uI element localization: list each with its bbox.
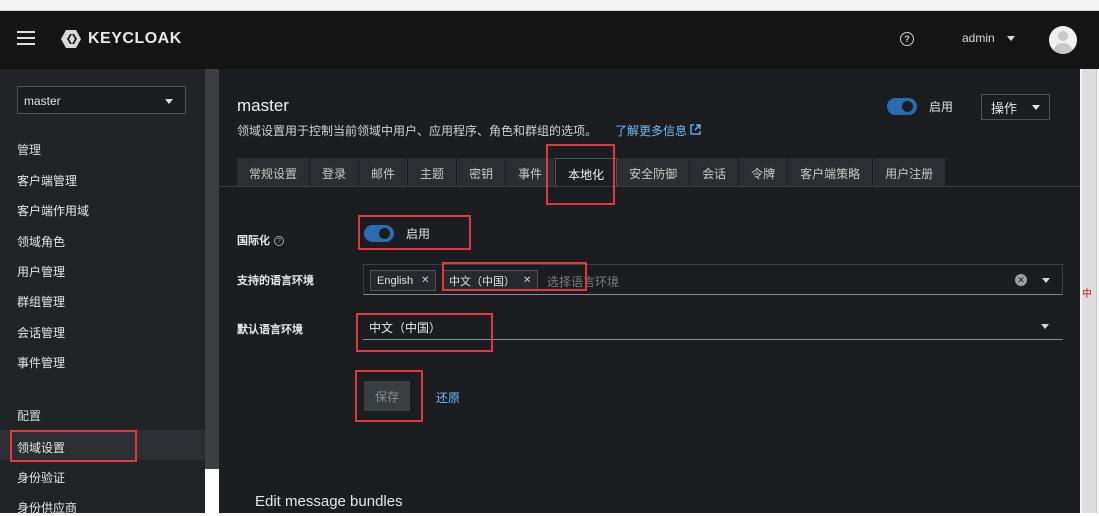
- browser-strip: [0, 0, 1099, 11]
- revert-button[interactable]: 还原: [436, 389, 460, 406]
- close-icon[interactable]: ✕: [421, 275, 429, 286]
- user-name: admin: [962, 31, 995, 45]
- page-description: 领域设置用于控制当前领域中用户、应用程序、角色和群组的选项。: [237, 124, 598, 138]
- annotation-box: [356, 313, 493, 352]
- learn-more-label: 了解更多信息: [615, 124, 688, 138]
- sidebar-item-users[interactable]: 用户管理: [17, 263, 65, 280]
- realm-enabled-label: 启用: [929, 100, 954, 114]
- sidebar-item-events[interactable]: 事件管理: [17, 354, 65, 371]
- sidebar-item-clients[interactable]: 客户端管理: [17, 172, 77, 189]
- nav-group-configure: 配置: [17, 409, 42, 423]
- chevron-down-icon: [1041, 324, 1049, 329]
- locale-chip-label: English: [377, 274, 414, 287]
- help-icon[interactable]: ?: [274, 236, 284, 247]
- realm-enabled-switch[interactable]: 启用: [887, 98, 953, 115]
- nav-group-manage: 管理: [17, 143, 42, 157]
- side-overlay-text: 中: [1082, 289, 1092, 300]
- user-menu[interactable]: admin: [962, 31, 1015, 45]
- annotation-box: [546, 144, 615, 205]
- sidebar-item-realm-roles[interactable]: 领域角色: [17, 233, 65, 250]
- tab-sessions[interactable]: 会话: [690, 158, 740, 186]
- supported-locales-label: 支持的语言环境: [237, 275, 314, 287]
- sidebar-item-groups[interactable]: 群组管理: [17, 293, 65, 310]
- sidebar-scrollbar[interactable]: [205, 69, 219, 469]
- tab-user-registration[interactable]: 用户注册: [873, 158, 947, 186]
- tab-login[interactable]: 登录: [310, 158, 360, 186]
- keycloak-logo[interactable]: KEYCLOAK: [56, 26, 182, 52]
- default-locale-label: 默认语言环境: [237, 324, 303, 336]
- help-icon[interactable]: ?: [900, 32, 914, 46]
- tab-general[interactable]: 常规设置: [237, 158, 311, 186]
- annotation-box: [358, 215, 471, 250]
- brand-name: KEYCLOAK: [88, 30, 182, 47]
- tab-client-policies[interactable]: 客户端策略: [788, 158, 874, 186]
- chevron-down-icon: [1006, 35, 1015, 41]
- message-bundles-title: Edit message bundles: [255, 493, 403, 510]
- annotation-box: [442, 262, 587, 291]
- action-dropdown-label: 操作: [991, 100, 1018, 116]
- realm-selector[interactable]: master: [17, 86, 186, 114]
- hamburger-menu-icon[interactable]: [17, 31, 35, 45]
- external-link-icon: [690, 124, 702, 138]
- sidebar-item-identity-providers[interactable]: 身份供应商: [17, 499, 77, 516]
- keycloak-logo-icon: [56, 27, 86, 51]
- tab-security-defenses[interactable]: 安全防御: [617, 158, 691, 186]
- sidebar-item-client-scopes[interactable]: 客户端作用域: [17, 202, 89, 219]
- masthead: KEYCLOAK ? admin: [0, 11, 1099, 69]
- tab-email[interactable]: 邮件: [359, 158, 409, 186]
- annotation-box: [355, 370, 423, 422]
- page-title: master: [237, 96, 289, 115]
- tabs-divider: [219, 186, 1080, 187]
- tab-themes[interactable]: 主题: [408, 158, 458, 186]
- toggle-switch[interactable]: [887, 98, 917, 115]
- chevron-down-icon[interactable]: [1042, 278, 1050, 283]
- i18n-label: 国际化?: [237, 232, 284, 248]
- action-dropdown[interactable]: 操作: [981, 94, 1050, 120]
- tab-keys[interactable]: 密钥: [457, 158, 507, 186]
- i18n-label-text: 国际化: [237, 235, 270, 247]
- realm-selector-value: master: [24, 94, 61, 108]
- tab-tokens[interactable]: 令牌: [739, 158, 789, 186]
- sidebar-item-authentication[interactable]: 身份验证: [17, 469, 65, 486]
- chevron-down-icon: [1032, 104, 1040, 110]
- annotation-box: [10, 430, 137, 462]
- clear-icon[interactable]: ✕: [1015, 274, 1027, 286]
- sidebar-item-sessions[interactable]: 会话管理: [17, 324, 65, 341]
- learn-more-link[interactable]: 了解更多信息: [615, 122, 702, 139]
- avatar[interactable]: [1049, 26, 1077, 54]
- chevron-down-icon: [165, 99, 173, 104]
- locale-chip: English ✕: [370, 270, 437, 291]
